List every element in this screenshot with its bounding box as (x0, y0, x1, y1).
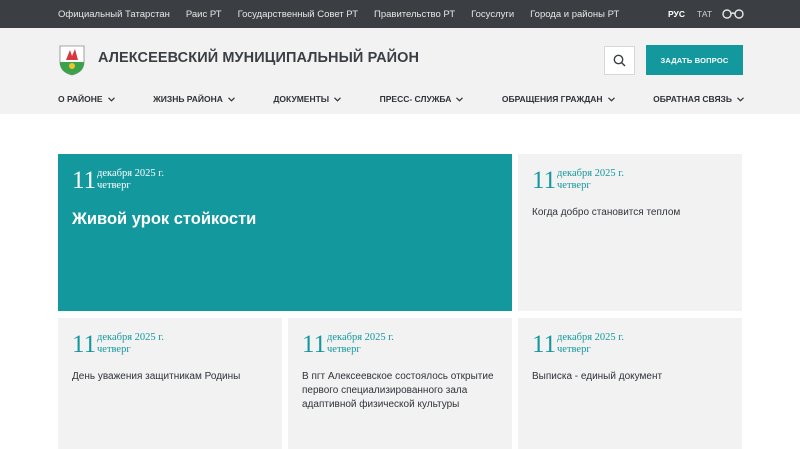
coat-of-arms-logo[interactable] (58, 44, 86, 76)
chevron-down-icon (107, 96, 115, 102)
nav-label: ЖИЗНЬ РАЙОНА (153, 94, 223, 104)
nav-feedback[interactable]: ОБРАТНАЯ СВЯЗЬ (653, 94, 744, 104)
nav-label: ОБРАТНАЯ СВЯЗЬ (653, 94, 732, 104)
news-month-year: декабря 2025 г. (97, 168, 165, 179)
link-government[interactable]: Правительство РТ (374, 9, 455, 20)
chevron-down-icon (227, 96, 235, 102)
chevron-down-icon (607, 96, 615, 102)
search-button[interactable] (604, 46, 635, 75)
chevron-down-icon (456, 96, 464, 102)
link-rais[interactable]: Раис РТ (186, 9, 222, 20)
link-cities-districts[interactable]: Города и районы РТ (530, 9, 619, 20)
link-state-council[interactable]: Государственный Совет РТ (238, 9, 358, 20)
news-month-year: декабря 2025 г. (557, 332, 625, 343)
nav-documents[interactable]: ДОКУМЕНТЫ (273, 94, 342, 104)
news-weekday: четверг (327, 344, 361, 355)
lang-rus[interactable]: РУС (668, 9, 685, 19)
site-header: АЛЕКСЕЕВСКИЙ МУНИЦИПАЛЬНЫЙ РАЙОН ЗАДАТЬ … (0, 28, 800, 114)
news-month-year: декабря 2025 г. (97, 332, 165, 343)
news-day: 11 (72, 331, 97, 358)
news-day: 11 (532, 331, 557, 358)
nav-label: ДОКУМЕНТЫ (273, 94, 330, 104)
chevron-down-icon (334, 96, 342, 102)
news-weekday: четверг (557, 344, 591, 355)
news-title[interactable]: В пгт Алексеевское состоялось открытие п… (302, 370, 496, 412)
nav-label: ОБРАЩЕНИЯ ГРАЖДАН (501, 94, 603, 104)
news-day: 11 (532, 167, 557, 194)
nav-press-service[interactable]: ПРЕСС- СЛУЖБА (380, 94, 464, 104)
news-day: 11 (72, 167, 97, 194)
lang-tat[interactable]: ТАТ (697, 9, 712, 19)
site-title[interactable]: АЛЕКСЕЕВСКИЙ МУНИЦИПАЛЬНЫЙ РАЙОН (98, 50, 419, 66)
news-weekday: четверг (97, 344, 131, 355)
news-card[interactable]: 11 декабря 2025 г. четверг День уважения… (58, 318, 282, 449)
news-weekday: четверг (97, 180, 131, 191)
main-nav: О РАЙОНЕ ЖИЗНЬ РАЙОНА ДОКУМЕНТЫ ПРЕСС- С… (58, 91, 744, 107)
news-card-featured[interactable]: 11 декабря 2025 г. четверг Живой урок ст… (58, 154, 512, 311)
news-title[interactable]: Когда добро становится теплом (532, 206, 726, 220)
glasses-icon[interactable] (722, 8, 744, 20)
news-title[interactable]: Живой урок стойкости (72, 209, 496, 229)
news-card[interactable]: 11 декабря 2025 г. четверг Выписка - еди… (518, 318, 742, 449)
nav-label: ПРЕСС- СЛУЖБА (379, 94, 452, 104)
news-card[interactable]: 11 декабря 2025 г. четверг В пгт Алексее… (288, 318, 512, 449)
top-bar: Официальный Татарстан Раис РТ Государств… (0, 0, 800, 28)
nav-label: О РАЙОНЕ (58, 94, 103, 104)
link-official-tatarstan[interactable]: Официальный Татарстан (58, 9, 170, 20)
news-day: 11 (302, 331, 327, 358)
nav-about-district[interactable]: О РАЙОНЕ (58, 94, 115, 104)
link-gosuslugi[interactable]: Госуслуги (471, 9, 514, 20)
ask-question-button[interactable]: ЗАДАТЬ ВОПРОС (646, 45, 743, 75)
chevron-down-icon (737, 96, 744, 102)
news-weekday: четверг (557, 180, 591, 191)
search-icon (613, 54, 626, 67)
language-switcher: РУС ТАТ (668, 0, 724, 28)
news-title[interactable]: День уважения защитникам Родины (72, 370, 266, 384)
news-card[interactable]: 11 декабря 2025 г. четверг Когда добро с… (518, 154, 742, 311)
top-links: Официальный Татарстан Раис РТ Государств… (58, 0, 635, 28)
news-month-year: декабря 2025 г. (557, 168, 625, 179)
news-month-year: декабря 2025 г. (327, 332, 395, 343)
news-title[interactable]: Выписка - единый документ (532, 370, 726, 384)
nav-district-life[interactable]: ЖИЗНЬ РАЙОНА (153, 94, 235, 104)
nav-citizen-appeals[interactable]: ОБРАЩЕНИЯ ГРАЖДАН (502, 94, 615, 104)
